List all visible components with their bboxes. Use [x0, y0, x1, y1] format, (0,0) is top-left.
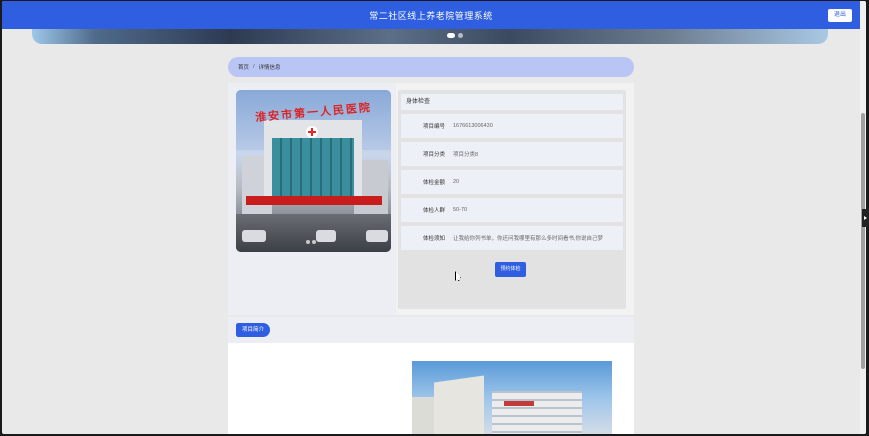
carousel-dot[interactable]: [306, 240, 310, 244]
field-label: 项目分类: [422, 152, 445, 158]
photo-sign: [504, 401, 534, 406]
app-title: 常二社区线上养老院管理系统: [369, 10, 493, 21]
carousel-indicators: [447, 33, 463, 38]
intro-photo: [412, 361, 612, 434]
red-cross-icon: [306, 126, 318, 138]
field-label: 体检人群: [422, 208, 445, 214]
breadcrumb: 首页 / 详情信息: [228, 57, 634, 77]
intro-header: 项目简介: [228, 317, 634, 343]
field-row-amount: 体检金额 20: [401, 170, 623, 194]
project-intro-section: 项目简介: [228, 317, 634, 434]
field-row-category: 项目分类 项目分类8: [401, 142, 623, 166]
carousel-dot[interactable]: [458, 33, 463, 38]
field-value: 1676613006430: [453, 123, 493, 129]
photo-car: [316, 230, 336, 242]
detail-image-area: 淮安市第一人民医院: [228, 83, 396, 315]
field-value: 让我给你列书单，你还问我哪里有那么多时间看书,你说自己梦: [453, 236, 604, 242]
section-title: 身体检查: [401, 94, 623, 110]
breadcrumb-separator: /: [253, 64, 255, 70]
intro-tag: 项目简介: [236, 323, 271, 337]
hospital-photo[interactable]: 淮安市第一人民医院: [236, 90, 391, 252]
photo-glass-facade: [272, 138, 354, 200]
banner-carousel[interactable]: [32, 29, 828, 44]
field-label: 项目编号: [422, 124, 445, 130]
carousel-dot[interactable]: [447, 33, 455, 38]
side-expand-icon[interactable]: [862, 209, 869, 227]
field-value: 50-70: [453, 207, 468, 213]
logout-button[interactable]: 退出: [827, 9, 852, 22]
field-row-target-group: 体检人群 50-70: [401, 198, 623, 222]
scrollbar-thumb[interactable]: [861, 113, 865, 369]
field-value: 项目分类8: [453, 152, 479, 158]
carousel-dot[interactable]: [312, 240, 316, 244]
browser-window: 常二社区线上养老院管理系统 退出 首页 / 详情信息 淮安市第一人民医院 身体检…: [2, 1, 866, 434]
breadcrumb-current: 详情信息: [258, 65, 281, 71]
field-label: 体检须知: [422, 236, 445, 242]
field-label: 体检金额: [422, 180, 445, 186]
detail-panel: 淮安市第一人民医院 身体检查 项目编号 1676613006430 项目分类 项…: [228, 83, 634, 315]
field-value: 20: [453, 179, 460, 185]
photo-red-banner: [246, 196, 382, 205]
photo-carousel-dots: [306, 240, 316, 244]
detail-info: 身体检查 项目编号 1676613006430 项目分类 项目分类8 体检金额 …: [398, 90, 626, 309]
breadcrumb-home[interactable]: 首页: [238, 63, 249, 71]
photo-car: [242, 230, 266, 242]
book-checkup-button[interactable]: 预约体检: [495, 262, 526, 277]
top-navbar: 常二社区线上养老院管理系统 退出: [2, 1, 860, 29]
photo-building: [492, 391, 582, 434]
photo-building: [434, 375, 484, 434]
photo-car: [366, 230, 388, 242]
field-row-notice: 体检须知 让我给你列书单，你还问我哪里有那么多时间看书,你说自己梦: [401, 226, 623, 250]
field-row-project-id: 项目编号 1676613006430: [401, 114, 623, 138]
